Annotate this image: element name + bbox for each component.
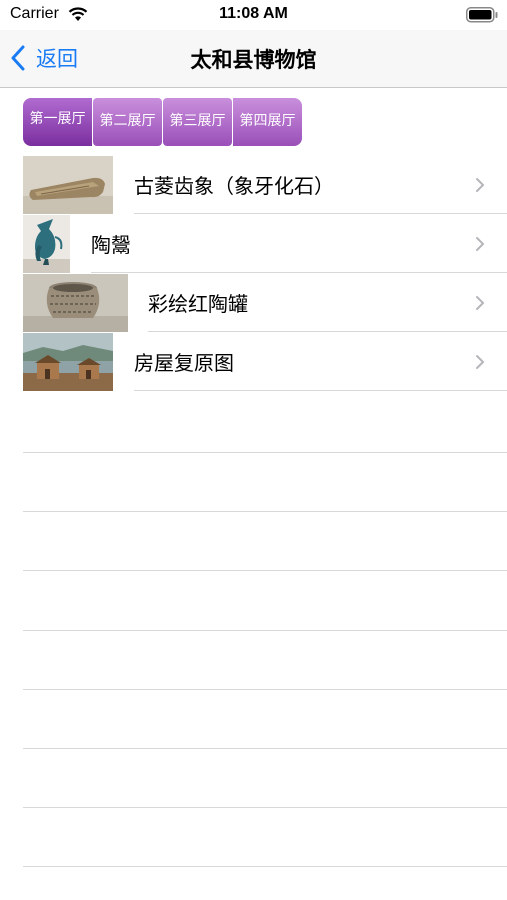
tab-hall-4-label: 第四展厅 <box>239 113 296 129</box>
tab-hall-2-label: 第二展厅 <box>99 113 156 129</box>
empty-row-separator <box>23 748 507 749</box>
exhibit-row[interactable]: 陶鬶 <box>23 214 507 273</box>
navigation-bar: 返回 太和县博物馆 <box>0 30 507 88</box>
chevron-right-icon <box>476 178 485 192</box>
battery-icon <box>466 7 498 23</box>
tab-hall-4[interactable]: 第四展厅 <box>233 98 302 146</box>
tab-hall-3-label: 第三展厅 <box>169 113 226 129</box>
exhibit-row[interactable]: 古菱齿象（象牙化石） <box>23 155 507 214</box>
hall-segmented-control: 第一展厅 第二展厅 第三展厅 第四展厅 <box>23 98 303 146</box>
exhibit-name: 陶鬶 <box>91 233 131 257</box>
status-time: 11:08 AM <box>219 5 288 22</box>
ivory-fossil-thumbnail <box>23 156 113 214</box>
status-bar: Carrier 11:08 AM <box>0 0 507 30</box>
exhibit-row[interactable]: 彩绘红陶罐 <box>23 273 507 332</box>
row-separator <box>134 390 507 391</box>
pottery-vessel-thumbnail <box>23 215 70 273</box>
exhibit-name: 房屋复原图 <box>134 351 234 375</box>
chevron-right-icon <box>476 355 485 369</box>
tab-hall-1-label: 第一展厅 <box>29 111 86 127</box>
empty-row-separator <box>23 630 507 631</box>
painted-jar-thumbnail <box>23 274 128 332</box>
chevron-right-icon <box>476 237 485 251</box>
tab-hall-2[interactable]: 第二展厅 <box>93 98 162 146</box>
empty-row-separator <box>23 511 507 512</box>
page-title: 太和县博物馆 <box>190 48 317 72</box>
chevron-right-icon <box>476 296 485 310</box>
tab-hall-3[interactable]: 第三展厅 <box>163 98 232 146</box>
empty-row-separator <box>23 807 507 808</box>
empty-row-separator <box>23 866 507 867</box>
house-restoration-thumbnail <box>23 333 113 391</box>
exhibit-name: 古菱齿象（象牙化石） <box>134 174 334 198</box>
exhibit-name: 彩绘红陶罐 <box>148 292 248 316</box>
tab-hall-1[interactable]: 第一展厅 <box>23 98 92 146</box>
exhibit-list: 古菱齿象（象牙化石） 陶鬶 彩绘红陶罐 房屋复原图 <box>23 155 507 391</box>
empty-row-separator <box>23 570 507 571</box>
empty-row-separator <box>23 452 507 453</box>
empty-row-separator <box>23 689 507 690</box>
exhibit-row[interactable]: 房屋复原图 <box>23 332 507 391</box>
